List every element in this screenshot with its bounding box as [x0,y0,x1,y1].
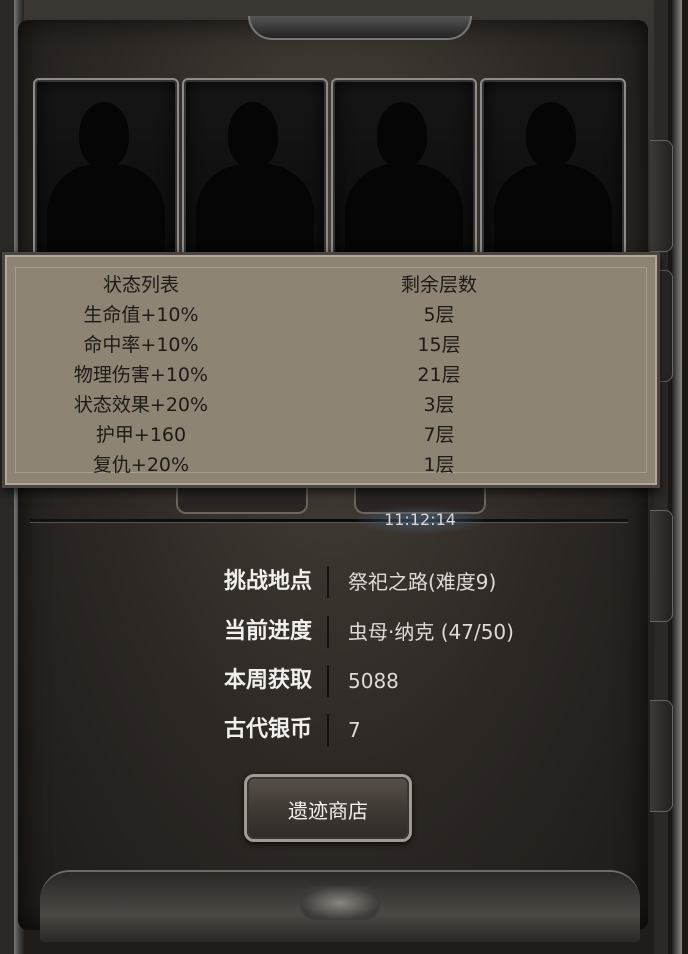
hero-slot-4[interactable] [480,78,626,260]
silhouette-icon [526,102,576,168]
status-name: 物理伤害+10% [73,364,209,386]
status-layers: 5层 [423,304,455,326]
status-row: 物理伤害+10% 21层 [5,360,655,390]
status-layers: 21层 [417,364,461,386]
info-label: 当前进度 [223,619,312,644]
info-value: 虫母·纳克 (47/50) [348,620,514,644]
info-row-weekly: 本周获取 5088 [0,661,688,701]
divider [30,519,628,523]
status-name: 状态效果+20% [73,394,209,416]
status-layers: 7层 [423,424,455,446]
status-row: 状态效果+20% 3层 [5,390,655,420]
status-row: 护甲+160 7层 [5,420,655,450]
status-header-layers: 剩余层数 [400,274,477,296]
info-value: 7 [348,718,361,742]
hero-slot-2[interactable] [182,78,328,260]
side-tabs [650,100,674,900]
relic-shop-button[interactable]: 遗迹商店 [244,774,412,842]
info-row-progress: 当前进度 虫母·纳克 (47/50) [0,612,688,652]
silhouette-icon [377,102,427,168]
status-row: 复仇+20% 1层 [5,450,655,480]
status-row: 命中率+10% 15层 [5,330,655,360]
status-header-row: 状态列表 剩余层数 [5,270,655,300]
status-header-name: 状态列表 [102,274,179,296]
hero-slot-3[interactable] [331,78,477,260]
silhouette-icon [228,102,278,168]
status-name: 生命值+10% [83,304,199,326]
status-tooltip: 状态列表 剩余层数 生命值+10% 5层 命中率+10% 15层 物理伤害+10… [2,252,660,488]
info-label: 本周获取 [223,668,312,693]
info-row-coins: 古代银币 7 [0,710,688,750]
status-name: 命中率+10% [83,334,199,356]
silhouette-icon [79,102,129,168]
status-name: 复仇+20% [92,454,190,476]
info-label: 古代银币 [223,717,312,742]
hero-portraits [33,78,628,260]
info-label: 挑战地点 [223,569,312,594]
info-row-location: 挑战地点 祭祀之路(难度9) [0,562,688,602]
ornament-emblem [300,886,380,920]
bottom-ornament [40,870,640,942]
info-value: 5088 [348,669,399,693]
info-value: 祭祀之路(难度9) [348,570,497,594]
hero-slot-1[interactable] [33,78,179,260]
status-layers: 3层 [423,394,455,416]
top-ornament [248,16,472,40]
status-layers: 1层 [423,454,455,476]
status-name: 护甲+160 [95,424,187,446]
side-tab-1[interactable] [650,140,673,252]
status-layers: 15层 [417,334,461,356]
status-row: 生命值+10% 5层 [5,300,655,330]
reset-timer: 11:12:14 [355,506,485,534]
